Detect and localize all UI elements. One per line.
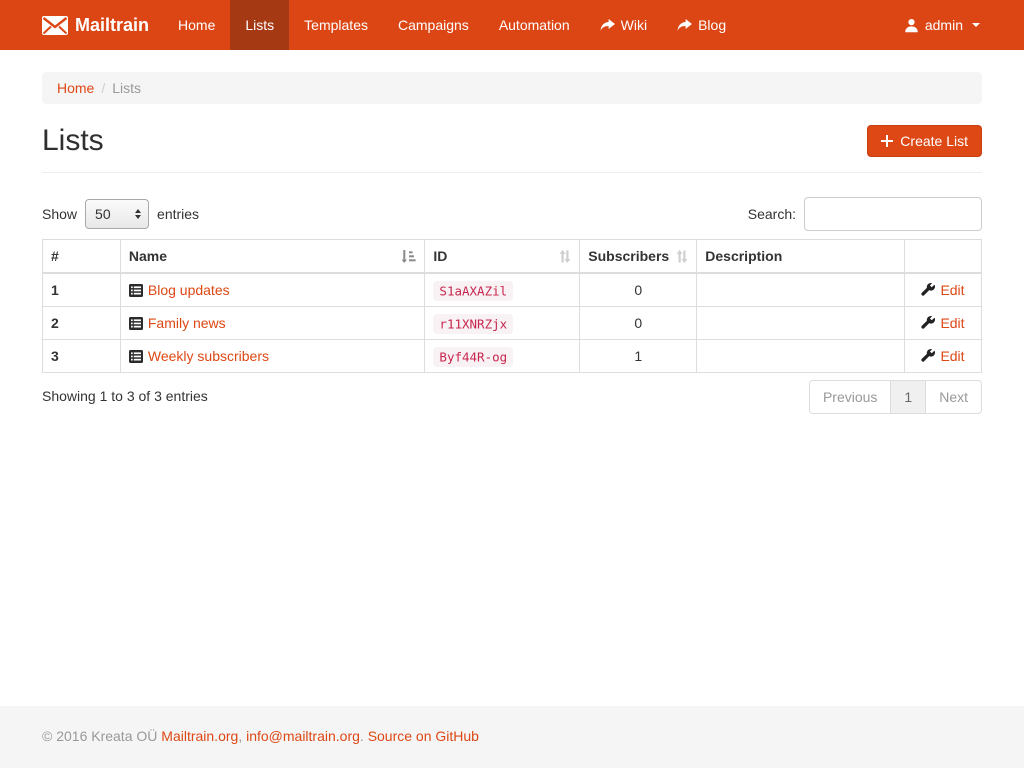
page-title: Lists (42, 124, 104, 158)
user-label: admin (925, 17, 963, 33)
user-icon (904, 18, 919, 33)
table-controls: Show 50 entries Search: (42, 197, 982, 231)
nav-item-campaigns[interactable]: Campaigns (383, 0, 484, 50)
pagination-previous[interactable]: Previous (809, 380, 891, 414)
list-description (697, 307, 905, 340)
edit-link[interactable]: Edit (940, 282, 964, 298)
table-summary: Showing 1 to 3 of 3 entries Previous 1 N… (42, 380, 982, 414)
page-header: Lists Create List (42, 124, 982, 173)
list-id-code: S1aAXAZil (433, 281, 513, 301)
show-label: Show (42, 206, 77, 222)
subscriber-count: 0 (580, 307, 697, 340)
list-alt-icon (129, 350, 143, 363)
footer-separator: . (360, 728, 364, 744)
lists-table: # Name ID (42, 239, 982, 373)
brand-label: Mailtrain (75, 15, 149, 36)
search-input[interactable] (804, 197, 982, 231)
column-header-name[interactable]: Name (120, 240, 425, 274)
plus-icon (881, 135, 893, 147)
main-content: Home / Lists Lists Create List Show 50 (0, 50, 1024, 706)
column-header-id[interactable]: ID (425, 240, 580, 274)
email-link[interactable]: info@mailtrain.org (246, 728, 360, 744)
list-description (697, 273, 905, 307)
entries-select-value: 50 (95, 206, 111, 222)
column-header-description: Description (697, 240, 905, 274)
nav-item-home[interactable]: Home (163, 0, 230, 50)
edit-link[interactable]: Edit (940, 315, 964, 331)
entries-info: Showing 1 to 3 of 3 entries (42, 380, 208, 404)
entries-label: entries (157, 206, 199, 222)
nav-item-automation[interactable]: Automation (484, 0, 585, 50)
chevron-down-icon (972, 23, 980, 27)
wrench-icon (921, 316, 935, 330)
entries-select[interactable]: 50 (85, 199, 149, 229)
footer-separator: , (238, 728, 242, 744)
nav-item-blog[interactable]: Blog (662, 0, 741, 50)
row-number: 3 (43, 340, 121, 373)
navbar: Mailtrain Home Lists Templates Campaigns… (0, 0, 1024, 50)
brand-link[interactable]: Mailtrain (42, 0, 163, 50)
sort-desc-icon (401, 250, 416, 263)
select-spinner-icon (135, 209, 141, 219)
pagination: Previous 1 Next (809, 380, 982, 414)
main-nav: Home Lists Templates Campaigns Automatio… (163, 0, 741, 50)
nav-item-wiki[interactable]: Wiki (585, 0, 662, 50)
page: Mailtrain Home Lists Templates Campaigns… (0, 0, 1024, 768)
column-header-num: # (43, 240, 121, 274)
table-row: 1 Blog updates S1aAXAZil 0 Edit (43, 273, 982, 307)
column-header-actions (905, 240, 982, 274)
breadcrumb-current: Lists (112, 80, 141, 96)
list-name-link[interactable]: Family news (148, 315, 226, 331)
pagination-next[interactable]: Next (925, 380, 982, 414)
breadcrumb-separator: / (101, 80, 105, 96)
breadcrumb-home-link[interactable]: Home (57, 80, 94, 96)
list-description (697, 340, 905, 373)
table-row: 2 Family news r11XNRZjx 0 Edit (43, 307, 982, 340)
mailtrain-org-link[interactable]: Mailtrain.org (161, 728, 238, 744)
table-row: 3 Weekly subscribers Byf44R-og 1 Edit (43, 340, 982, 373)
wrench-icon (921, 349, 935, 363)
github-source-link[interactable]: Source on GitHub (368, 728, 479, 744)
list-name-link[interactable]: Blog updates (148, 282, 230, 298)
list-alt-icon (129, 317, 143, 330)
share-arrow-icon (677, 19, 692, 32)
column-header-subscribers[interactable]: Subscribers (580, 240, 697, 274)
row-number: 1 (43, 273, 121, 307)
create-list-label: Create List (900, 133, 968, 149)
list-id-code: r11XNRZjx (433, 314, 513, 334)
row-number: 2 (43, 307, 121, 340)
share-arrow-icon (600, 19, 615, 32)
user-menu[interactable]: admin (902, 0, 982, 50)
wrench-icon (921, 283, 935, 297)
subscriber-count: 1 (580, 340, 697, 373)
nav-item-lists[interactable]: Lists (230, 0, 289, 50)
pagination-page-1[interactable]: 1 (890, 380, 926, 414)
breadcrumb: Home / Lists (42, 72, 982, 104)
list-id-code: Byf44R-og (433, 347, 513, 367)
envelope-icon (42, 16, 68, 35)
footer: © 2016 Kreata OÜ Mailtrain.org, info@mai… (0, 706, 1024, 768)
create-list-button[interactable]: Create List (867, 125, 982, 157)
list-name-link[interactable]: Weekly subscribers (148, 348, 269, 364)
table-header-row: # Name ID (43, 240, 982, 274)
subscriber-count: 0 (580, 273, 697, 307)
nav-item-templates[interactable]: Templates (289, 0, 383, 50)
copyright-text: © 2016 Kreata OÜ (42, 728, 157, 744)
list-alt-icon (129, 284, 143, 297)
sort-both-icon (559, 250, 571, 263)
search-label: Search: (748, 206, 796, 222)
edit-link[interactable]: Edit (940, 348, 964, 364)
sort-both-icon (676, 250, 688, 263)
